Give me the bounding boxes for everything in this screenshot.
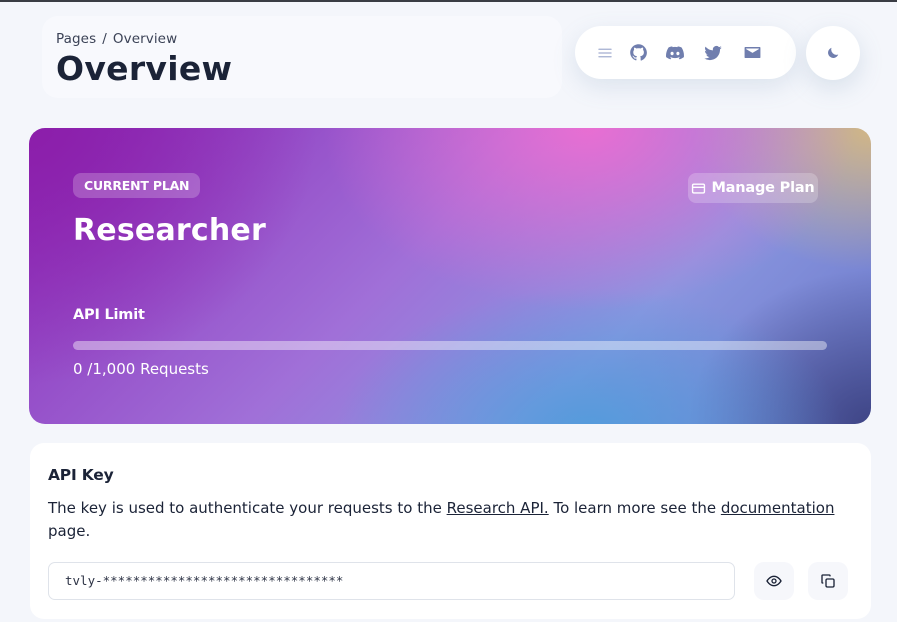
current-plan-card: CURRENT PLAN Manage Plan Researcher API … — [29, 128, 871, 424]
api-key-desc-text-3: page. — [48, 522, 91, 540]
page-title: Overview — [56, 49, 233, 88]
api-key-description: The key is used to authenticate your req… — [48, 497, 838, 543]
plan-name: Researcher — [73, 213, 266, 248]
documentation-link[interactable]: documentation — [721, 499, 835, 517]
api-key-card: API Key The key is used to authenticate … — [30, 443, 871, 619]
requests-usage-text: 0 /1,000 Requests — [73, 360, 209, 378]
breadcrumb-parent-link[interactable]: Pages — [56, 31, 96, 47]
reveal-key-button[interactable] — [754, 562, 794, 600]
mail-icon[interactable] — [738, 26, 766, 79]
copy-key-button[interactable] — [808, 562, 848, 600]
current-plan-badge: CURRENT PLAN — [73, 173, 201, 198]
window-top-border — [0, 0, 897, 2]
api-key-desc-text-1: The key is used to authenticate your req… — [48, 499, 447, 517]
manage-plan-button[interactable]: Manage Plan — [688, 173, 818, 203]
api-key-title: API Key — [48, 466, 114, 484]
header-nav-bar — [575, 26, 796, 79]
credit-card-icon — [691, 181, 706, 196]
api-limit-label: API Limit — [73, 307, 145, 323]
moon-icon — [826, 46, 840, 60]
github-icon[interactable] — [624, 26, 652, 79]
api-key-field[interactable]: tvly-******************************** — [48, 562, 735, 600]
twitter-icon[interactable] — [699, 26, 727, 79]
breadcrumb-separator: / — [102, 31, 107, 47]
api-usage-progress-bar — [73, 341, 827, 350]
theme-toggle-button[interactable] — [806, 26, 860, 80]
breadcrumb-current[interactable]: Overview — [113, 31, 177, 47]
research-api-link[interactable]: Research API. — [447, 499, 549, 517]
copy-icon — [820, 573, 836, 589]
manage-plan-label: Manage Plan — [711, 180, 815, 196]
eye-icon — [766, 573, 782, 589]
api-key-desc-text-2: To learn more see the — [548, 499, 721, 517]
breadcrumb: Pages / Overview — [56, 31, 177, 47]
menu-icon[interactable] — [591, 26, 619, 79]
discord-icon[interactable] — [661, 26, 689, 79]
